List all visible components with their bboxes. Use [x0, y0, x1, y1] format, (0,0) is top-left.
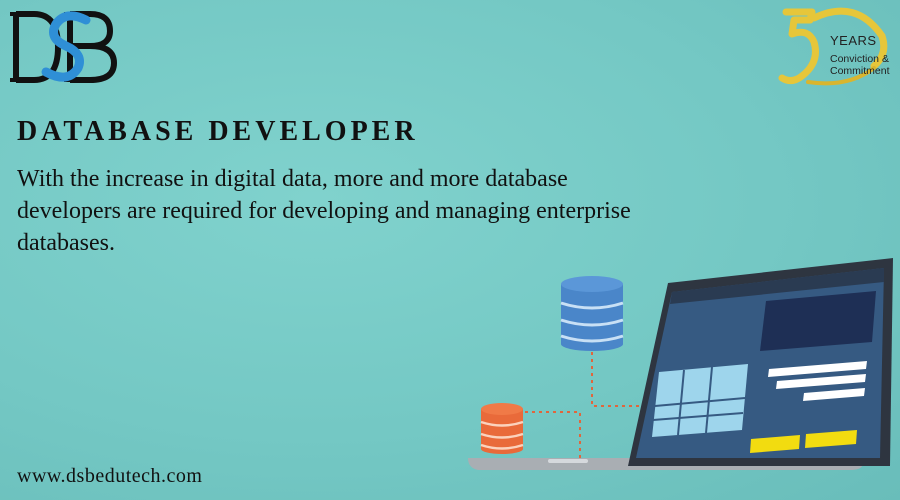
laptop-illustration [468, 258, 893, 470]
database-icon-orange [480, 403, 524, 454]
database-icon-blue [560, 276, 624, 351]
banner: YEARS Conviction & Commitment DATABASE D… [0, 0, 900, 500]
